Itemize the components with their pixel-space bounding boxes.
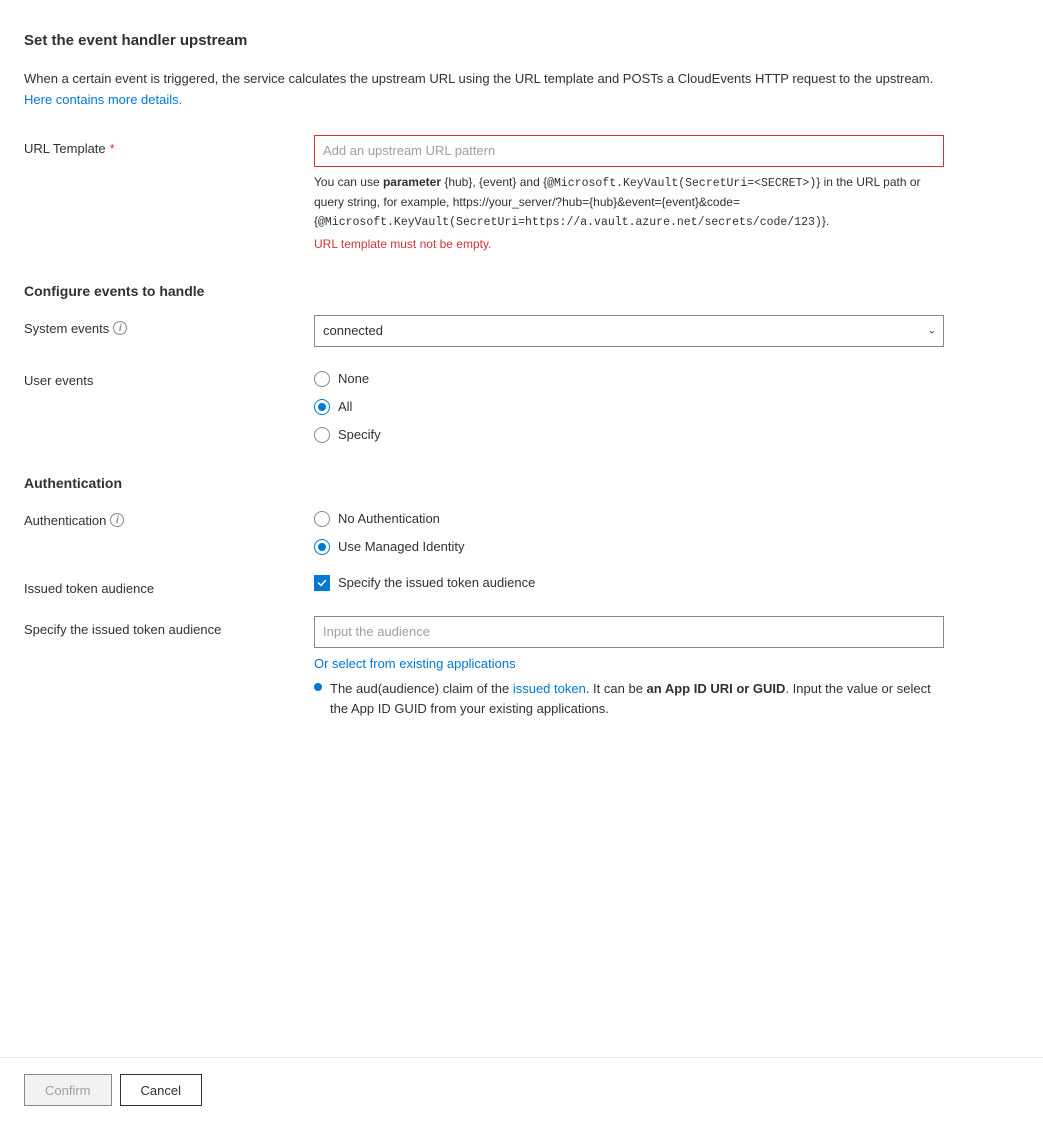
url-template-row: URL Template * You can use parameter {hu… [24,135,956,251]
select-existing-apps-link[interactable]: Or select from existing applications [314,656,516,671]
auth-managed-label: Use Managed Identity [338,539,464,554]
user-events-label: User events [24,367,314,388]
user-events-all-radio [314,399,330,415]
authentication-label: Authentication i [24,507,314,528]
authentication-control: No Authentication Use Managed Identity [314,507,944,555]
user-events-control: None All Specify [314,367,944,443]
user-events-specify-label: Specify [338,427,381,442]
url-template-label: URL Template * [24,135,314,156]
system-events-select-wrapper: connected disconnected connect ⌄ [314,315,944,347]
auth-none-label: No Authentication [338,511,440,526]
auth-managed-radio [314,539,330,555]
user-events-all-label: All [338,399,352,414]
user-events-none[interactable]: None [314,371,944,387]
issued-token-checkbox[interactable] [314,575,330,591]
specify-audience-row: Specify the issued token audience Or sel… [24,616,956,721]
user-events-specify-radio [314,427,330,443]
user-events-none-radio [314,371,330,387]
url-template-control: You can use parameter {hub}, {event} and… [314,135,944,251]
system-events-select[interactable]: connected disconnected connect [314,315,944,347]
auth-none-radio [314,511,330,527]
auth-none-option[interactable]: No Authentication [314,511,944,527]
user-events-all[interactable]: All [314,399,944,415]
system-events-row: System events i connected disconnected c… [24,315,956,347]
authentication-title: Authentication [24,475,956,491]
user-events-specify[interactable]: Specify [314,427,944,443]
issued-token-label: Issued token audience [24,575,314,596]
auth-managed-option[interactable]: Use Managed Identity [314,539,944,555]
audience-info-note: The aud(audience) claim of the issued to… [314,679,944,721]
configure-events-title: Configure events to handle [24,283,956,299]
specify-audience-input[interactable] [314,616,944,648]
authentication-info-icon[interactable]: i [110,513,124,527]
required-indicator: * [110,141,115,156]
issued-token-control: Specify the issued token audience [314,575,944,591]
url-template-error: URL template must not be empty. [314,237,944,251]
user-events-radio-group: None All Specify [314,367,944,443]
authentication-section: Authentication Authentication i No Authe… [24,475,956,721]
issued-token-checkbox-label: Specify the issued token audience [338,575,535,590]
url-template-input[interactable] [314,135,944,167]
specify-audience-label: Specify the issued token audience [24,616,314,637]
url-template-section: URL Template * You can use parameter {hu… [24,135,956,251]
system-events-label: System events i [24,315,314,336]
page-description: When a certain event is triggered, the s… [24,69,956,111]
system-events-control: connected disconnected connect ⌄ [314,315,944,347]
audience-info-note-text: The aud(audience) claim of the issued to… [330,679,944,721]
configure-events-section: Configure events to handle System events… [24,283,956,443]
cancel-button[interactable]: Cancel [120,1074,202,1106]
issued-token-checkbox-row: Specify the issued token audience [314,575,944,591]
page-title: Set the event handler upstream [24,32,956,49]
issued-token-link[interactable]: issued token [513,681,586,696]
details-link[interactable]: Here contains more details. [24,92,182,107]
footer-bar: Confirm Cancel [0,1057,1043,1122]
user-events-row: User events None All Specify [24,367,956,443]
confirm-button[interactable]: Confirm [24,1074,112,1106]
url-template-hint: You can use parameter {hub}, {event} and… [314,173,944,233]
issued-token-row: Issued token audience Specify the issued… [24,575,956,596]
user-events-none-label: None [338,371,369,386]
authentication-row: Authentication i No Authentication Use M… [24,507,956,555]
system-events-info-icon[interactable]: i [113,321,127,335]
info-dot-icon [314,683,322,691]
specify-audience-control: Or select from existing applications The… [314,616,944,721]
authentication-radio-group: No Authentication Use Managed Identity [314,507,944,555]
